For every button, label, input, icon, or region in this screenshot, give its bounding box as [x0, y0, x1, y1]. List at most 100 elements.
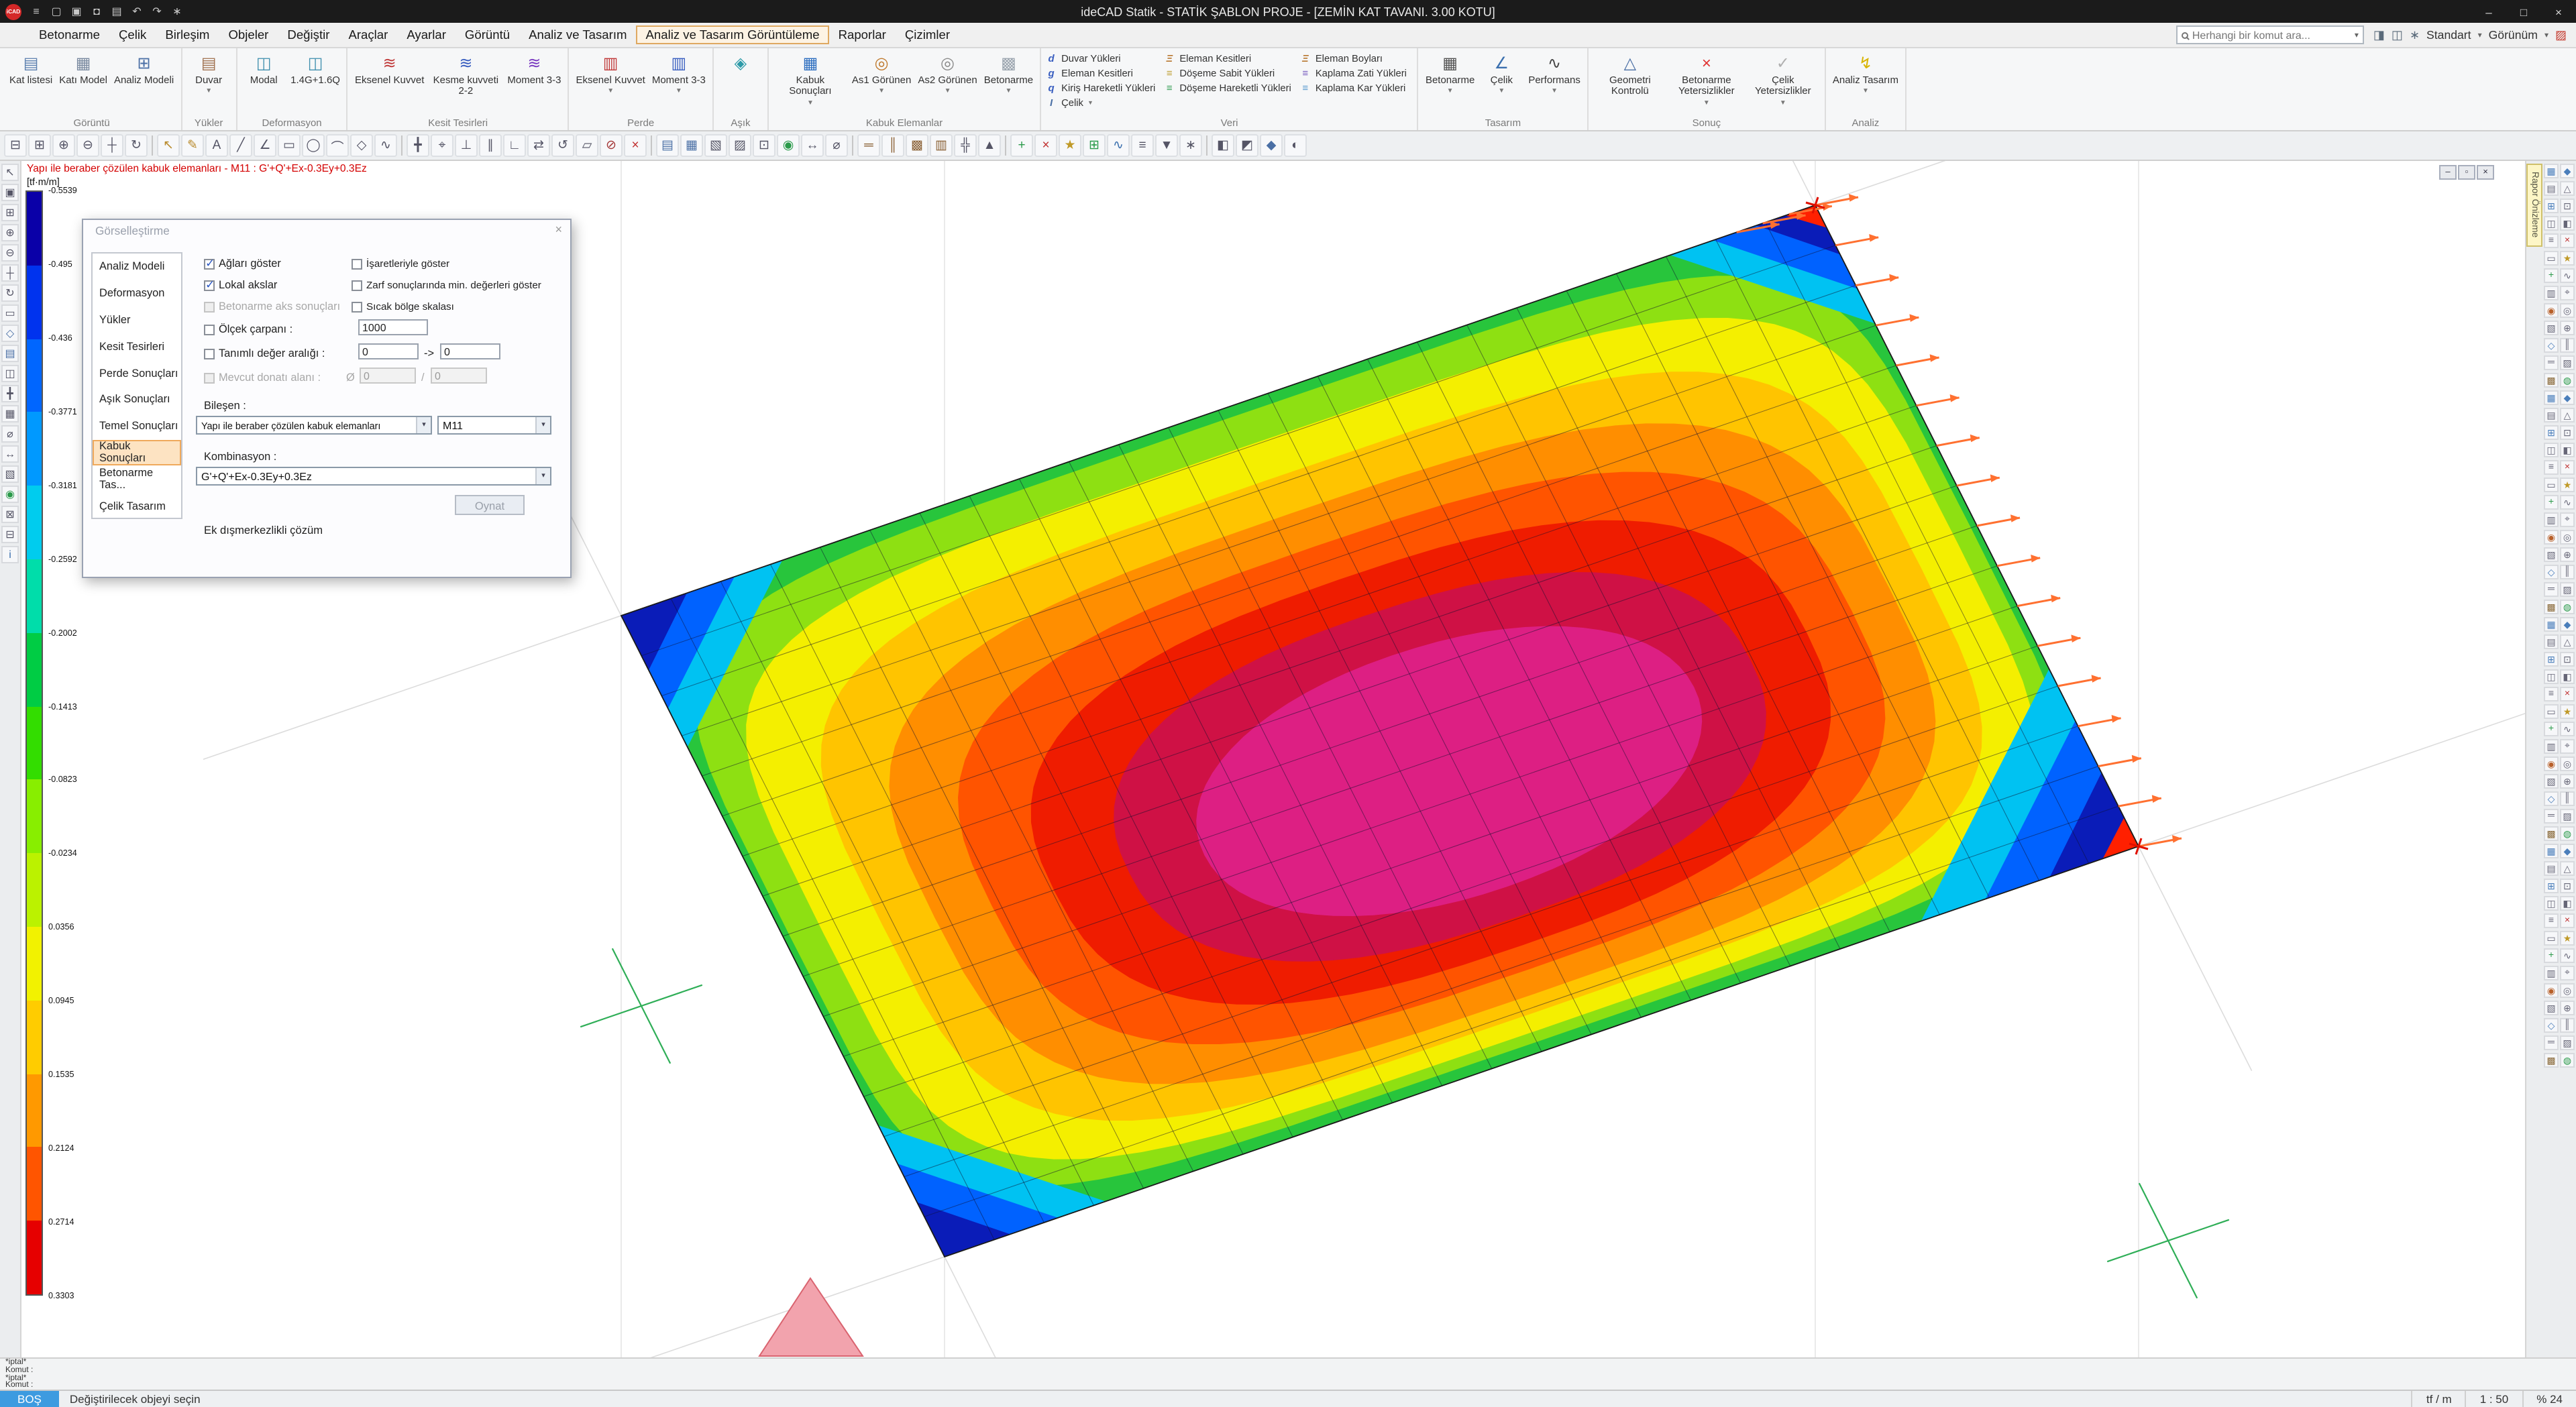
right-tool-icon[interactable]: ≡: [2544, 687, 2559, 701]
right-tool-icon[interactable]: ▥: [2544, 512, 2559, 527]
right-tool-icon[interactable]: ◇: [2544, 791, 2559, 806]
menu-item-5[interactable]: Araçlar: [339, 25, 397, 44]
ribbon-item-celik-veri[interactable]: IÇelik▼: [1045, 95, 1155, 110]
spline-tool-icon[interactable]: ∿: [374, 134, 397, 157]
pan-icon[interactable]: ┼: [1, 264, 19, 282]
right-tool-icon[interactable]: ◧: [2560, 669, 2575, 684]
right-tool-icon[interactable]: ◧: [2560, 443, 2575, 457]
right-tool-icon[interactable]: ◫: [2544, 669, 2559, 684]
right-tool-icon[interactable]: ×: [2560, 913, 2575, 928]
section-icon[interactable]: ◫: [1, 365, 19, 382]
right-tool-icon[interactable]: ▩: [2544, 826, 2559, 841]
dialog-list-item[interactable]: Perde Sonuçları: [93, 359, 181, 386]
right-tool-icon[interactable]: ⊞: [2544, 879, 2559, 893]
perpendicular-snap-icon[interactable]: ⊥: [455, 134, 478, 157]
dialog-list-item[interactable]: Deformasyon: [93, 280, 181, 307]
info-icon[interactable]: i: [1, 546, 19, 563]
ribbon-button-perde-moment-3-3[interactable]: ▥Moment 3-3▼: [649, 51, 708, 115]
bilesen-komponent-combo[interactable]: M11 ▾: [437, 416, 551, 435]
right-tool-icon[interactable]: ▥: [2544, 739, 2559, 754]
dimension-icon[interactable]: ↔: [801, 134, 824, 157]
search-box[interactable]: ▾: [2176, 25, 2364, 44]
trim-tool-icon[interactable]: ⊘: [600, 134, 623, 157]
ribbon-button-kabuk-betonarme[interactable]: ▩Betonarme▼: [981, 51, 1036, 115]
menu-item-2[interactable]: Birleşim: [156, 25, 219, 44]
sicak-bolge-skalasi-checkbox[interactable]: [352, 301, 362, 312]
right-tool-icon[interactable]: ▭: [2544, 931, 2559, 946]
status-scale[interactable]: 1 : 50: [2465, 1391, 2522, 1407]
truss-icon[interactable]: ▲: [978, 134, 1001, 157]
right-tool-icon[interactable]: ═: [2544, 1035, 2559, 1050]
right-tool-icon[interactable]: ⊡: [2560, 879, 2575, 893]
edit-icon[interactable]: ✎: [181, 134, 204, 157]
dialog-list-item[interactable]: Aşık Sonuçları: [93, 386, 181, 413]
hatch-icon[interactable]: ▧: [704, 134, 727, 157]
right-tool-icon[interactable]: ═: [2544, 582, 2559, 597]
menu-item-1[interactable]: Çelik: [109, 25, 156, 44]
parallel-snap-icon[interactable]: ∥: [479, 134, 502, 157]
scale-factor-input[interactable]: [358, 319, 428, 335]
range-to-input[interactable]: [440, 343, 500, 359]
right-tool-icon[interactable]: ▤: [2544, 861, 2559, 876]
right-tool-icon[interactable]: ▤: [2544, 634, 2559, 649]
right-tool-icon[interactable]: ⌖: [2560, 286, 2575, 300]
isaretleriyle-goster-checkbox[interactable]: [352, 258, 362, 269]
axes-icon[interactable]: ╋: [1, 385, 19, 402]
dialog-list-item[interactable]: Kesit Tesirleri: [93, 333, 181, 360]
zoom-window-icon[interactable]: ⊞: [28, 134, 51, 157]
ribbon-button-asik-sonuclari[interactable]: ◈: [718, 51, 763, 115]
menu-item-11[interactable]: Çizimler: [896, 25, 959, 44]
right-tool-icon[interactable]: ⊕: [2560, 1001, 2575, 1015]
mdi-restore-button[interactable]: ▫: [2458, 165, 2475, 180]
right-tool-icon[interactable]: ≡: [2544, 233, 2559, 248]
zoom-out-icon[interactable]: ⊖: [1, 244, 19, 262]
select-icon[interactable]: ↖: [157, 134, 180, 157]
menu-item-7[interactable]: Görüntü: [455, 25, 519, 44]
right-tool-icon[interactable]: △: [2560, 181, 2575, 196]
redo-icon[interactable]: ↷: [148, 1, 166, 21]
maximize-button[interactable]: □: [2506, 0, 2541, 23]
right-tool-icon[interactable]: ≡: [2544, 913, 2559, 928]
status-unit[interactable]: tf / m: [2412, 1391, 2465, 1407]
dialog-close-icon[interactable]: ×: [555, 223, 562, 236]
right-tool-icon[interactable]: ⌖: [2560, 966, 2575, 980]
right-tool-icon[interactable]: ⌖: [2560, 512, 2575, 527]
right-tool-icon[interactable]: ⊡: [2560, 199, 2575, 213]
right-tool-icon[interactable]: ★: [2560, 931, 2575, 946]
mdi-close-button[interactable]: ×: [2477, 165, 2494, 180]
orbit-icon[interactable]: ↻: [1, 284, 19, 302]
right-tool-icon[interactable]: ×: [2560, 233, 2575, 248]
right-tool-icon[interactable]: ◎: [2560, 530, 2575, 545]
zoom-window-icon[interactable]: ⊞: [1, 204, 19, 221]
line-tool-icon[interactable]: ╱: [229, 134, 252, 157]
app-menu-icon[interactable]: ≡: [27, 1, 46, 21]
dialog-list-item[interactable]: Çelik Tasarım: [93, 492, 181, 519]
right-tool-icon[interactable]: ⊕: [2560, 774, 2575, 789]
view-menu[interactable]: Görünüm: [2489, 28, 2538, 42]
layers-icon[interactable]: ▤: [656, 134, 679, 157]
right-tool-icon[interactable]: ⊡: [2560, 652, 2575, 667]
settings-icon[interactable]: ∗: [168, 1, 186, 21]
right-tool-icon[interactable]: ∿: [2560, 268, 2575, 283]
ribbon-button-celik-yetersizlikler[interactable]: ✓Çelik Yetersizlikler▼: [1746, 51, 1821, 115]
workspace-icon[interactable]: ∗: [2410, 27, 2420, 42]
ribbon-item-eleman-kesitleri[interactable]: ΞEleman Kesitleri: [1163, 51, 1291, 66]
point-icon[interactable]: ◉: [777, 134, 800, 157]
layers-icon[interactable]: ▤: [1, 345, 19, 362]
right-tool-icon[interactable]: ║: [2560, 1018, 2575, 1033]
status-zoom[interactable]: % 24: [2522, 1391, 2576, 1407]
polygon-tool-icon[interactable]: ◇: [350, 134, 373, 157]
right-tool-icon[interactable]: ∿: [2560, 722, 2575, 736]
kombinasyon-combo[interactable]: G'+Q'+Ex-0.3Ey+0.3Ez ▾: [196, 467, 551, 486]
menu-item-8[interactable]: Analiz ve Tasarım: [519, 25, 636, 44]
print-icon[interactable]: ▤: [107, 1, 126, 21]
lokal-akslar-checkbox[interactable]: [204, 280, 215, 290]
right-tool-icon[interactable]: ║: [2560, 565, 2575, 579]
right-tool-icon[interactable]: △: [2560, 408, 2575, 423]
right-tool-icon[interactable]: ⊡: [2560, 425, 2575, 440]
olcek-carpani-checkbox[interactable]: [204, 324, 215, 335]
right-tool-icon[interactable]: ═: [2544, 809, 2559, 824]
dialog-list-item[interactable]: Kabuk Sonuçları: [93, 439, 181, 466]
ribbon-button-betonarme-yetersizlikler[interactable]: ×Betonarme Yetersizlikler▼: [1669, 51, 1744, 115]
ribbon-button-modal[interactable]: ◫Modal: [241, 51, 286, 115]
